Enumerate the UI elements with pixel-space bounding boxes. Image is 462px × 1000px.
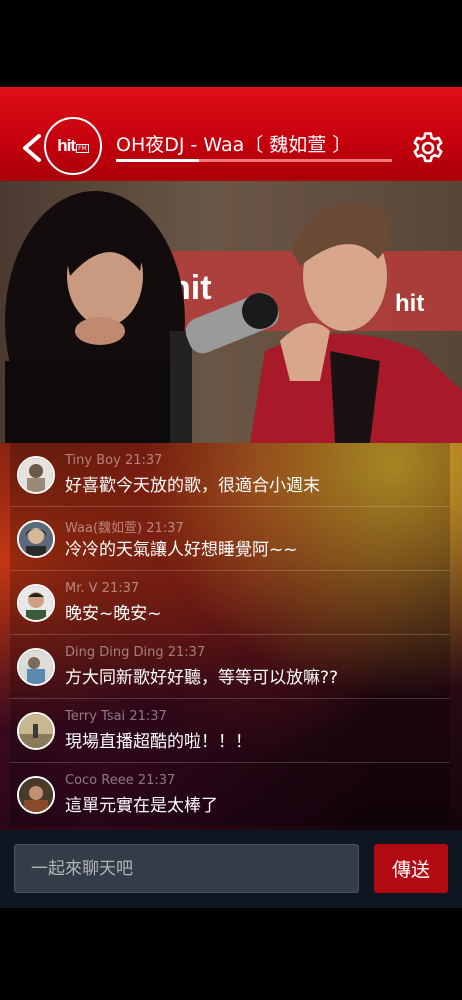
avatar [17,712,55,750]
message-user: Waa(魏如萱) [65,521,143,536]
avatar [17,776,55,814]
message-meta: Coco Reee 21:37 [65,773,175,788]
message-meta: Terry Tsai 21:37 [65,709,167,724]
list-item: Tiny Boy 21:37 好喜歡今天放的歌，很適合小週末 [10,443,450,506]
chevron-left-icon[interactable] [20,133,44,163]
logo-fm: FM [76,143,89,153]
message-text: 好喜歡今天放的歌，很適合小週末 [65,476,320,496]
message-user: Ding Ding Ding [65,645,164,660]
wall-logo-text-2: hit [395,290,424,317]
chat-area: Tiny Boy 21:37 好喜歡今天放的歌，很適合小週末 Waa(魏如萱) … [0,443,462,830]
message-text: 冷冷的天氣讓人好想睡覺阿~~ [65,540,298,560]
message-time: 21:37 [137,773,176,788]
message-meta: Tiny Boy 21:37 [65,453,162,468]
chat-list: Tiny Boy 21:37 好喜歡今天放的歌，很適合小週末 Waa(魏如萱) … [10,443,450,826]
list-item: Terry Tsai 21:37 現場直播超酷的啦！！！ [10,698,450,762]
list-item: Ding Ding Ding 21:37 方大同新歌好好聽，等等可以放嘛?? [10,634,450,698]
avatar [17,648,55,686]
list-item: Waa(魏如萱) 21:37 冷冷的天氣讓人好想睡覺阿~~ [10,506,450,570]
page-title: OH夜DJ - Waa〔 魏如萱 〕 [116,134,352,156]
message-time: 21:37 [124,453,163,468]
message-time: 21:37 [167,645,206,660]
message-text: 這單元實在是太棒了 [65,796,218,816]
message-meta: Mr. V 21:37 [65,581,139,596]
message-meta: Waa(魏如萱) 21:37 [65,517,184,536]
message-user: Mr. V [65,581,98,596]
chat-input-bar: 傳送 [0,830,462,908]
message-meta: Ding Ding Ding 21:37 [65,645,205,660]
playback-progress [116,159,392,162]
message-text: 晚安~晚安~ [65,604,162,624]
message-user: Terry Tsai [65,709,126,724]
message-text: 現場直播超酷的啦！！！ [65,732,252,752]
message-text: 方大同新歌好好聽，等等可以放嘛?? [65,668,339,688]
message-time: 21:37 [146,521,184,536]
station-logo: hit FM [44,117,102,175]
avatar [17,456,55,494]
status-bar-area [0,0,462,87]
chat-input[interactable] [14,844,359,893]
send-button[interactable]: 傳送 [374,844,448,893]
message-user: Coco Reee [65,773,134,788]
studio-photo: hit hit [0,181,462,443]
message-time: 21:37 [129,709,167,724]
playback-progress-fill [116,159,199,162]
message-user: Tiny Boy [65,453,121,468]
message-time: 21:37 [101,581,140,596]
list-item: Coco Reee 21:37 這單元實在是太棒了 [10,762,450,826]
gear-icon[interactable] [410,130,446,166]
avatar [17,520,55,558]
logo-text: hit [57,136,76,155]
list-item: Mr. V 21:37 晚安~晚安~ [10,570,450,634]
bottom-area [0,908,462,1000]
avatar [17,584,55,622]
